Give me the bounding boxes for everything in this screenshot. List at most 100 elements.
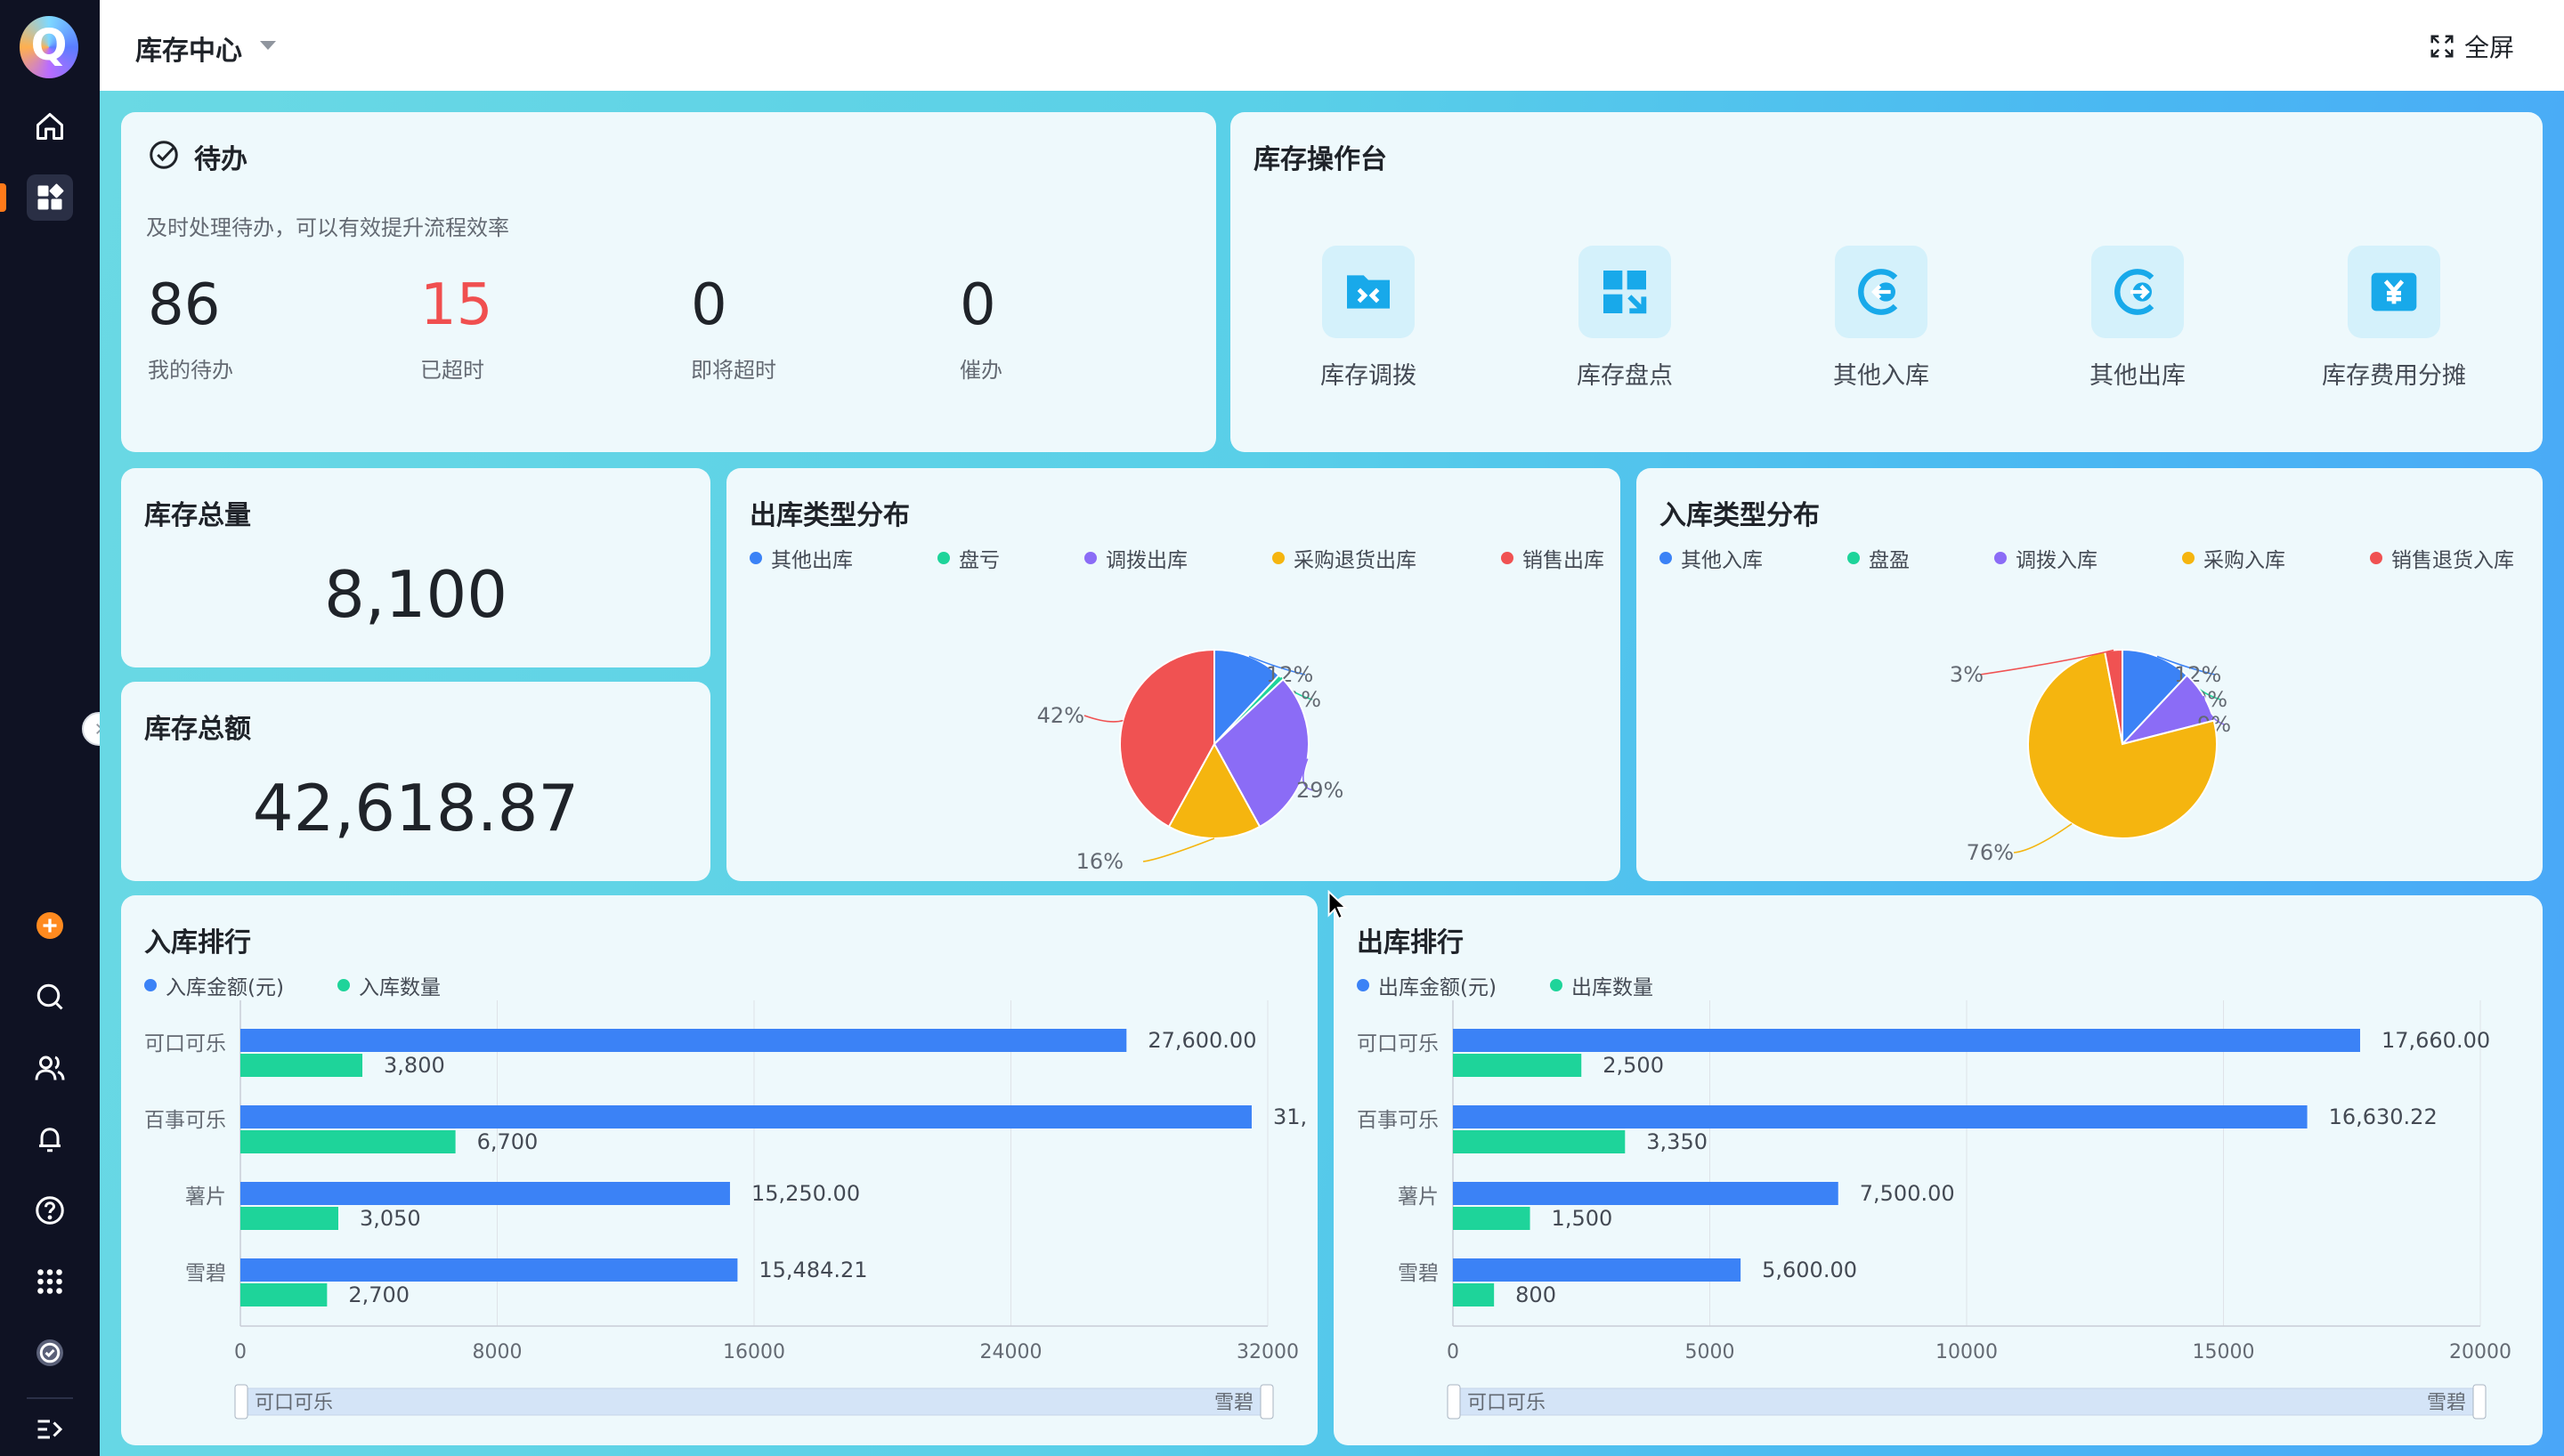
legend-dot [1084, 552, 1097, 564]
zoom-handle-end[interactable] [2472, 1384, 2487, 1420]
legend-item[interactable]: 其他出库 [750, 543, 853, 573]
bar-quantity[interactable] [1453, 1207, 1530, 1230]
x-tick-label: 16000 [723, 1341, 785, 1363]
bar-quantity[interactable] [240, 1054, 363, 1077]
todo-label: 我的待办 [148, 358, 233, 383]
legend-item[interactable]: 盘亏 [937, 543, 1000, 573]
zoom-end-label: 雪碧 [2427, 1392, 2466, 1414]
stock-in-icon [1858, 269, 1898, 315]
todo-label: 催办 [960, 358, 1002, 383]
op-other-stock-in[interactable]: 其他入库 [1788, 246, 1975, 391]
check-circle-icon[interactable] [27, 1330, 73, 1376]
legend-dot [2370, 552, 2382, 564]
op-cost-allocation[interactable]: 库存费用分摊 [2300, 246, 2487, 391]
page-title[interactable]: 库存中心 [135, 28, 242, 68]
op-transfer[interactable]: 库存调拨 [1275, 246, 1462, 391]
todo-item-urge[interactable]: 0 催办 [960, 272, 1002, 384]
bell-icon[interactable] [27, 1116, 73, 1162]
legend-dot [937, 552, 950, 564]
bar-quantity[interactable] [1453, 1283, 1495, 1306]
pie-label-line [1142, 837, 1215, 862]
bar-quantity[interactable] [240, 1207, 338, 1230]
bar-value-label: 16,630.22 [2329, 1104, 2438, 1129]
mouse-cursor-icon [1327, 890, 1348, 920]
x-tick-label: 15000 [2193, 1341, 2255, 1363]
data-zoom-slider[interactable] [239, 1387, 1269, 1416]
legend-label: 销售出库 [1522, 549, 1604, 572]
users-icon[interactable] [27, 1045, 73, 1091]
op-inventory-check[interactable]: 库存盘点 [1531, 246, 1718, 391]
legend-label: 销售退货入库 [2391, 549, 2514, 572]
home-icon[interactable] [27, 103, 73, 150]
bar-amount[interactable] [1453, 1258, 1741, 1282]
zoom-handle-start[interactable] [1447, 1384, 1461, 1420]
legend-dot [1501, 552, 1513, 564]
legend-item[interactable]: 盘盈 [1847, 543, 1910, 573]
bar-quantity[interactable] [240, 1283, 328, 1306]
bar-value-label: 27,600.00 [1148, 1028, 1256, 1053]
legend-label: 其他入库 [1681, 549, 1763, 572]
bar-value-label: 17,660.00 [2381, 1028, 2490, 1053]
pie-label: 76% [1967, 840, 2014, 865]
legend-item[interactable]: 调拨出库 [1084, 543, 1188, 573]
data-zoom-slider[interactable] [1452, 1387, 2481, 1416]
apps-icon[interactable] [27, 1258, 73, 1305]
bar-value-label: 3,050 [360, 1206, 421, 1231]
dashboard-icon[interactable] [27, 174, 73, 221]
bar-amount[interactable] [240, 1258, 738, 1282]
bar-amount[interactable] [1453, 1029, 2360, 1052]
legend-item[interactable]: 采购退货出库 [1272, 543, 1416, 573]
expand-menu-icon[interactable] [27, 1406, 73, 1452]
legend-item[interactable]: 其他入库 [1659, 543, 1763, 573]
todo-count: 0 [691, 272, 727, 338]
op-other-stock-out[interactable]: 其他出库 [2044, 246, 2231, 391]
fullscreen-icon [2430, 35, 2454, 58]
bar-value-label: 800 [1515, 1282, 1556, 1307]
add-icon[interactable] [27, 902, 73, 949]
op-label: 库存盘点 [1577, 362, 1673, 390]
legend-item[interactable]: 销售退货入库 [2370, 543, 2514, 573]
bar-amount[interactable] [240, 1182, 730, 1205]
op-label: 其他出库 [2089, 362, 2186, 390]
legend-dot [1272, 552, 1285, 564]
bar-amount[interactable] [240, 1029, 1127, 1052]
bar-amount[interactable] [240, 1105, 1252, 1128]
yen-icon [2371, 272, 2417, 311]
bar-amount[interactable] [1453, 1182, 1838, 1205]
todo-item-mine[interactable]: 86 我的待办 [148, 272, 233, 384]
zoom-start-label: 可口可乐 [255, 1392, 333, 1414]
todo-count: 15 [420, 272, 493, 338]
chevron-down-icon[interactable] [260, 41, 276, 50]
top-header: 库存中心 全屏 [100, 0, 2564, 91]
stock-amount-title: 库存总额 [144, 714, 251, 745]
y-category-label: 可口可乐 [1357, 1032, 1439, 1056]
app-logo[interactable] [20, 16, 78, 78]
pie-label-line [1083, 715, 1124, 723]
active-marker [0, 183, 6, 212]
legend-item[interactable]: 采购入库 [2182, 543, 2285, 573]
legend-label: 盘盈 [1869, 549, 1910, 572]
legend-label: 调拨入库 [2016, 549, 2097, 572]
x-tick-label: 0 [234, 1341, 247, 1363]
inventory-check-icon [1603, 271, 1647, 314]
fullscreen-button[interactable]: 全屏 [2429, 28, 2514, 64]
bar-quantity[interactable] [1453, 1130, 1626, 1153]
bar-quantity[interactable] [1453, 1054, 1582, 1077]
fullscreen-label: 全屏 [2463, 33, 2514, 62]
legend-item[interactable]: 销售出库 [1501, 543, 1604, 573]
todo-item-overdue[interactable]: 15 已超时 [420, 272, 492, 384]
legend-item[interactable]: 调拨入库 [1994, 543, 2097, 573]
y-category-label: 薯片 [185, 1185, 226, 1209]
zoom-handle-end[interactable] [1260, 1384, 1274, 1420]
y-category-label: 雪碧 [1398, 1262, 1439, 1285]
zoom-handle-start[interactable] [234, 1384, 248, 1420]
ops-title: 库存操作台 [1254, 144, 1387, 175]
bar-quantity[interactable] [240, 1130, 456, 1153]
search-icon[interactable] [27, 974, 73, 1020]
todo-item-soon-overdue[interactable]: 0 即将超时 [691, 272, 776, 384]
help-icon[interactable] [27, 1187, 73, 1234]
x-tick-label: 20000 [2449, 1341, 2511, 1363]
bar-value-label: 3,350 [1646, 1129, 1708, 1154]
outbound-pie-chart: 12%1%29%16%42% [1037, 648, 1343, 874]
bar-amount[interactable] [1453, 1105, 2308, 1128]
